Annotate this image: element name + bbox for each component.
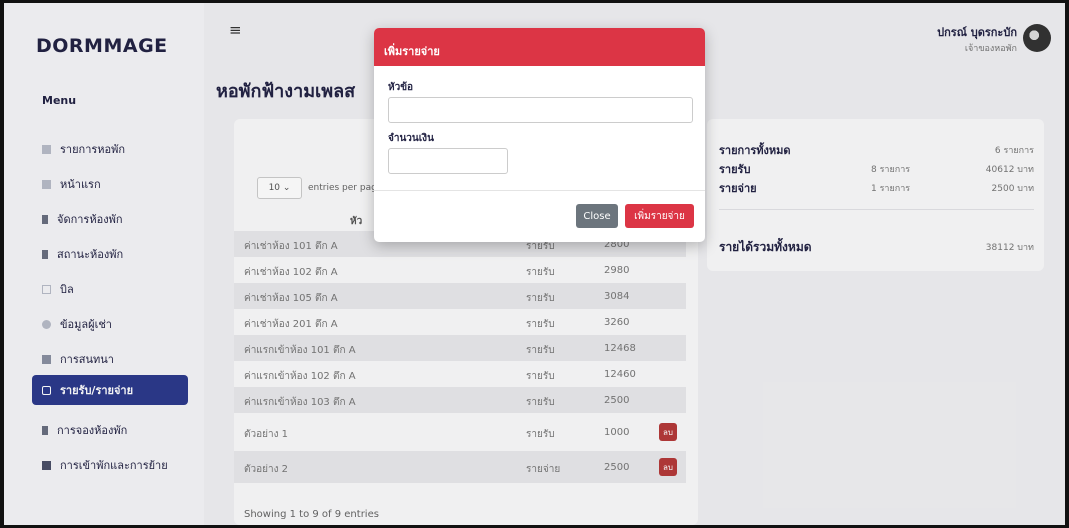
app-frame: DORMMAGE Menu รายการหอพัก หน้าแรก จัดการ…	[4, 3, 1065, 525]
topic-label: หัวข้อ	[388, 82, 414, 93]
modal-footer-divider	[374, 190, 705, 191]
add-expense-modal: เพิ่มรายจ่าย หัวข้อ จำนวนเงิน Close เพิ่…	[374, 28, 705, 242]
amount-label: จำนวนเงิน	[388, 133, 434, 144]
add-expense-button[interactable]: เพิ่มรายจ่าย	[625, 204, 694, 228]
topic-input[interactable]	[388, 97, 693, 123]
modal-title: เพิ่มรายจ่าย	[374, 28, 705, 66]
close-button[interactable]: Close	[576, 204, 618, 228]
amount-input[interactable]	[388, 148, 508, 174]
